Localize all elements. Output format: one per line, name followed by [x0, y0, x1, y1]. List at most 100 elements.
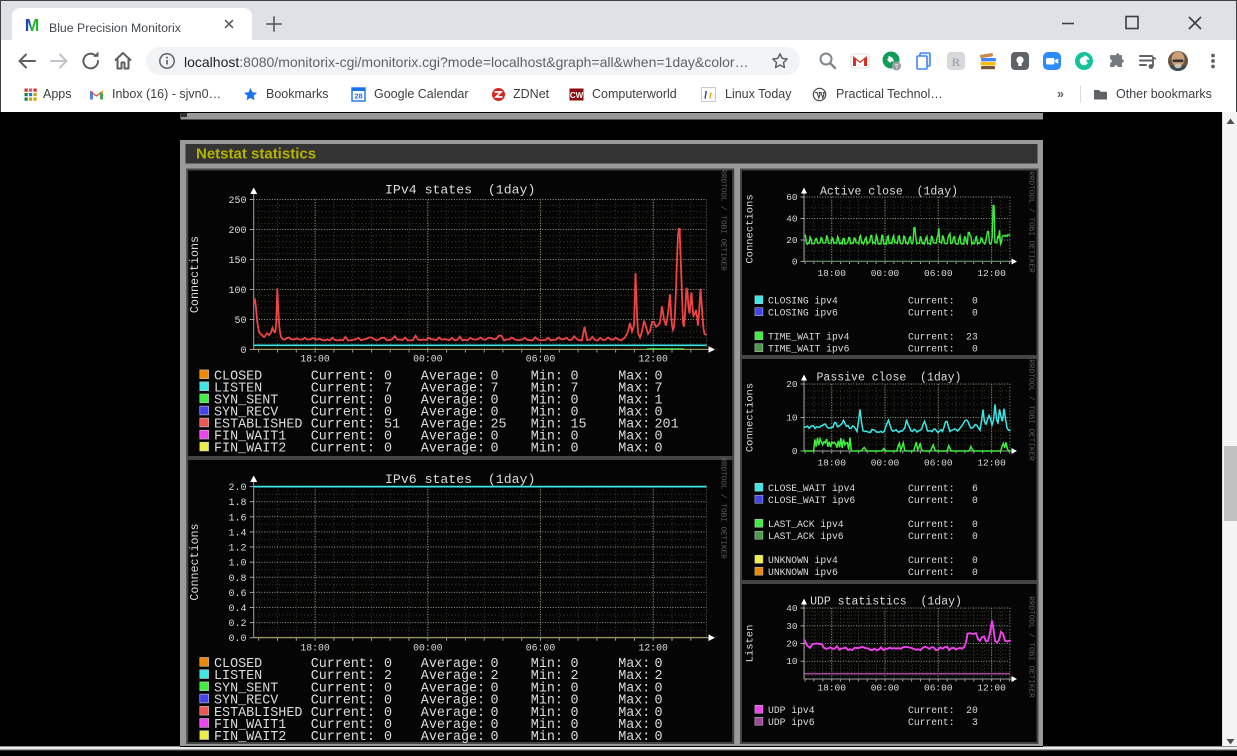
svg-text:CLOSE_WAIT ipv4: CLOSE_WAIT ipv4 — [768, 483, 855, 494]
svg-text:00:00: 00:00 — [413, 643, 443, 654]
svg-text:18:00: 18:00 — [817, 268, 846, 279]
svg-text:06:00: 06:00 — [526, 643, 556, 654]
svg-text:20: 20 — [966, 705, 978, 716]
svg-text:40: 40 — [786, 603, 798, 614]
svg-text:0: 0 — [972, 531, 978, 542]
svg-text:250: 250 — [228, 196, 246, 207]
svg-text:TIME_WAIT ipv6: TIME_WAIT ipv6 — [768, 343, 850, 354]
svg-text:10: 10 — [786, 413, 798, 424]
svg-text:LAST_ACK ipv6: LAST_ACK ipv6 — [768, 531, 844, 542]
svg-text:RRDTOOL / TOBI OETIKER: RRDTOOL / TOBI OETIKER — [1027, 171, 1035, 273]
svg-text:Min:: Min: — [531, 442, 563, 457]
svg-text:0: 0 — [972, 295, 978, 306]
svg-text:Current:: Current: — [908, 519, 955, 530]
svg-text:Current:: Current: — [908, 567, 955, 578]
svg-text:0: 0 — [655, 442, 663, 457]
svg-text:12:00: 12:00 — [638, 643, 668, 654]
svg-text:Current:: Current: — [908, 531, 955, 542]
svg-text:1.6: 1.6 — [228, 513, 246, 524]
svg-text:0: 0 — [792, 446, 798, 457]
svg-text:00:00: 00:00 — [413, 354, 443, 365]
svg-text:Max:: Max: — [618, 730, 650, 745]
svg-text:Connections: Connections — [188, 236, 202, 313]
svg-text:3: 3 — [972, 717, 978, 728]
svg-text:40: 40 — [786, 214, 798, 225]
svg-text:Current:: Current: — [908, 717, 955, 728]
svg-text:0: 0 — [972, 307, 978, 318]
svg-text:23: 23 — [966, 331, 978, 342]
svg-text:28: 28 — [354, 92, 362, 101]
svg-text:60: 60 — [786, 192, 798, 203]
svg-text:12:00: 12:00 — [977, 268, 1006, 279]
svg-text:LAST_ACK ipv4: LAST_ACK ipv4 — [768, 519, 844, 530]
svg-text:UDP statistics (1day): UDP statistics (1day) — [810, 596, 962, 609]
svg-text:Current:: Current: — [311, 442, 375, 457]
svg-text:FIN_WAIT2: FIN_WAIT2 — [214, 442, 286, 457]
svg-text:Current:: Current: — [908, 331, 955, 342]
svg-text:Connections: Connections — [188, 523, 202, 600]
svg-text:UDP ipv6: UDP ipv6 — [768, 717, 815, 728]
svg-text:06:00: 06:00 — [526, 354, 556, 365]
svg-text:0: 0 — [491, 442, 499, 457]
svg-text:1.8: 1.8 — [228, 498, 246, 509]
svg-text:20: 20 — [786, 379, 798, 390]
svg-text:1.4: 1.4 — [228, 528, 246, 539]
svg-text:FIN_WAIT2: FIN_WAIT2 — [214, 730, 286, 745]
svg-text:RRDTOOL / TOBI OETIKER: RRDTOOL / TOBI OETIKER — [719, 169, 727, 271]
svg-text:RRDTOOL / TOBI OETIKER: RRDTOOL / TOBI OETIKER — [719, 457, 727, 559]
svg-text:2.0: 2.0 — [228, 483, 246, 494]
svg-text:12:00: 12:00 — [977, 683, 1006, 694]
svg-text:0.4: 0.4 — [228, 604, 246, 615]
svg-text:Average:: Average: — [421, 730, 485, 745]
svg-text:RRDTOOL / TOBI OETIKER: RRDTOOL / TOBI OETIKER — [1027, 596, 1035, 698]
svg-text:30: 30 — [786, 621, 798, 632]
svg-text:0: 0 — [571, 442, 579, 457]
svg-text:0: 0 — [792, 257, 798, 268]
svg-text:1.0: 1.0 — [228, 559, 246, 570]
svg-text:18:00: 18:00 — [817, 683, 846, 694]
svg-text:Current:: Current: — [908, 307, 955, 318]
svg-text:18:00: 18:00 — [817, 457, 846, 468]
svg-text:50: 50 — [234, 316, 246, 327]
svg-text:1.2: 1.2 — [228, 544, 246, 555]
svg-text:Current:: Current: — [908, 295, 955, 306]
svg-text:12:00: 12:00 — [638, 354, 668, 365]
svg-text:Active close (1day): Active close (1day) — [820, 186, 958, 199]
svg-text:18:00: 18:00 — [300, 354, 330, 365]
svg-text:CLOSE_WAIT ipv6: CLOSE_WAIT ipv6 — [768, 495, 855, 506]
svg-text:Passive close (1day): Passive close (1day) — [817, 372, 962, 385]
svg-text:Current:: Current: — [908, 705, 955, 716]
svg-text:0: 0 — [384, 730, 392, 745]
svg-text:0: 0 — [972, 567, 978, 578]
svg-text:100: 100 — [228, 286, 246, 297]
svg-text:Current:: Current: — [908, 495, 955, 506]
svg-text:0.0: 0.0 — [228, 634, 246, 645]
svg-text:06:00: 06:00 — [924, 457, 953, 468]
svg-text:00:00: 00:00 — [871, 268, 900, 279]
svg-text:00:00: 00:00 — [871, 457, 900, 468]
svg-text:Current:: Current: — [908, 555, 955, 566]
svg-text:6: 6 — [972, 483, 978, 494]
svg-text:0: 0 — [491, 730, 499, 745]
svg-text:18:00: 18:00 — [300, 643, 330, 654]
svg-text:Min:: Min: — [531, 730, 563, 745]
svg-text:06:00: 06:00 — [924, 268, 953, 279]
svg-text:150: 150 — [228, 256, 246, 267]
svg-text:RRDTOOL / TOBI OETIKER: RRDTOOL / TOBI OETIKER — [1027, 359, 1035, 461]
svg-text:IPv6 states (1day): IPv6 states (1day) — [385, 472, 535, 487]
svg-text:Current:: Current: — [311, 730, 375, 745]
svg-text:0: 0 — [571, 730, 579, 745]
svg-text:0: 0 — [972, 343, 978, 354]
svg-text:Connections: Connections — [745, 194, 757, 263]
svg-text:0: 0 — [972, 555, 978, 566]
svg-text:UNKNOWN ipv4: UNKNOWN ipv4 — [768, 555, 838, 566]
svg-text:06:00: 06:00 — [924, 683, 953, 694]
svg-text:Current:: Current: — [908, 483, 955, 494]
svg-text:0.8: 0.8 — [228, 574, 246, 585]
svg-text:Current:: Current: — [908, 343, 955, 354]
svg-text:0: 0 — [972, 495, 978, 506]
svg-text:TIME_WAIT ipv4: TIME_WAIT ipv4 — [768, 331, 850, 342]
svg-text:Netstat statistics: Netstat statistics — [196, 146, 316, 163]
svg-text:20: 20 — [786, 639, 798, 650]
svg-text:20: 20 — [786, 235, 798, 246]
